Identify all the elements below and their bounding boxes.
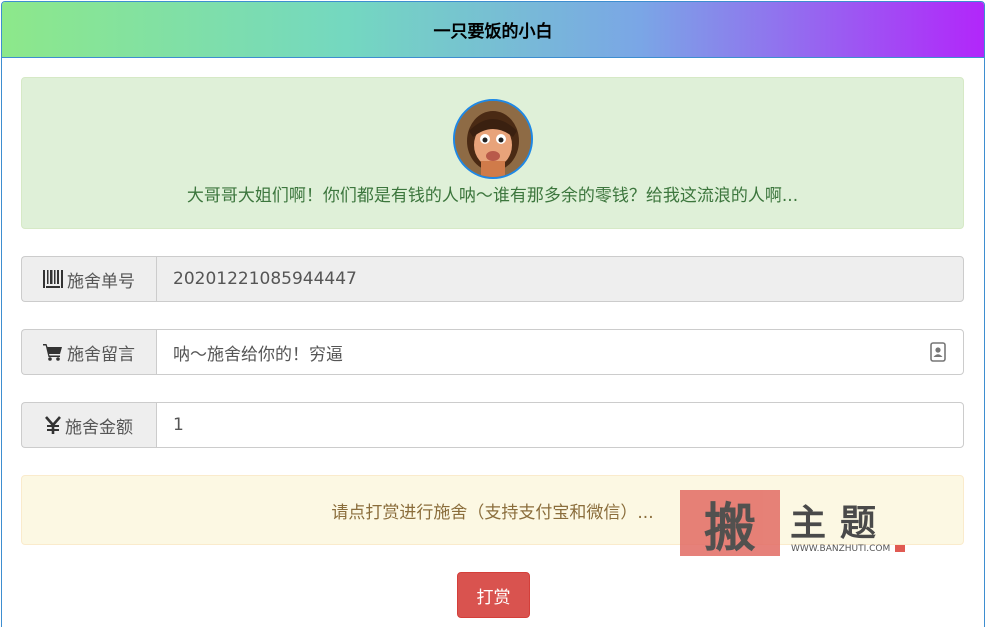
amount-label: 施舍金额 [65,417,133,438]
greeting-alert: 大哥哥大姐们啊！你们都是有钱的人呐～谁有那多余的零钱？给我这流浪的人啊... [21,77,964,229]
cart-icon [43,344,62,361]
amount-addon: 施舍金额 [21,402,156,448]
donate-button[interactable]: 打赏 [457,572,530,618]
amount-group: 施舍金额 [21,402,964,448]
avatar [453,99,533,179]
order-number-addon: 施舍单号 [21,256,156,302]
watermark-title: 主题 [790,502,891,544]
order-number-field[interactable] [156,256,964,302]
watermark-seal: 搬 [680,490,780,559]
contact-card-icon[interactable] [930,342,946,362]
message-label: 施舍留言 [67,344,135,365]
watermark-logo: 搬 主题 WWW.BANZHUTI.COM [680,490,910,559]
order-number-group: 施舍单号 [21,256,964,302]
panel-heading: 一只要饭的小白 [2,2,984,58]
order-number-label: 施舍单号 [67,271,135,292]
payment-notice-text: 请点打赏进行施舍（支持支付宝和微信）... [331,502,654,523]
avatar-girl-icon [455,101,531,177]
watermark-url: WWW.BANZHUTI.COM [791,544,891,554]
panel-title: 一只要饭的小白 [433,22,553,42]
barcode-icon [43,270,63,288]
yen-icon [45,416,61,434]
greeting-message: 大哥哥大姐们啊！你们都是有钱的人呐～谁有那多余的零钱？给我这流浪的人啊... [186,186,799,206]
watermark-dot [895,545,905,552]
message-group: 施舍留言 [21,329,964,375]
message-field[interactable] [156,329,964,375]
watermark-glyph: 搬 [703,497,756,559]
amount-field[interactable] [156,402,964,448]
message-field-wrap [156,329,964,375]
message-addon: 施舍留言 [21,329,156,375]
